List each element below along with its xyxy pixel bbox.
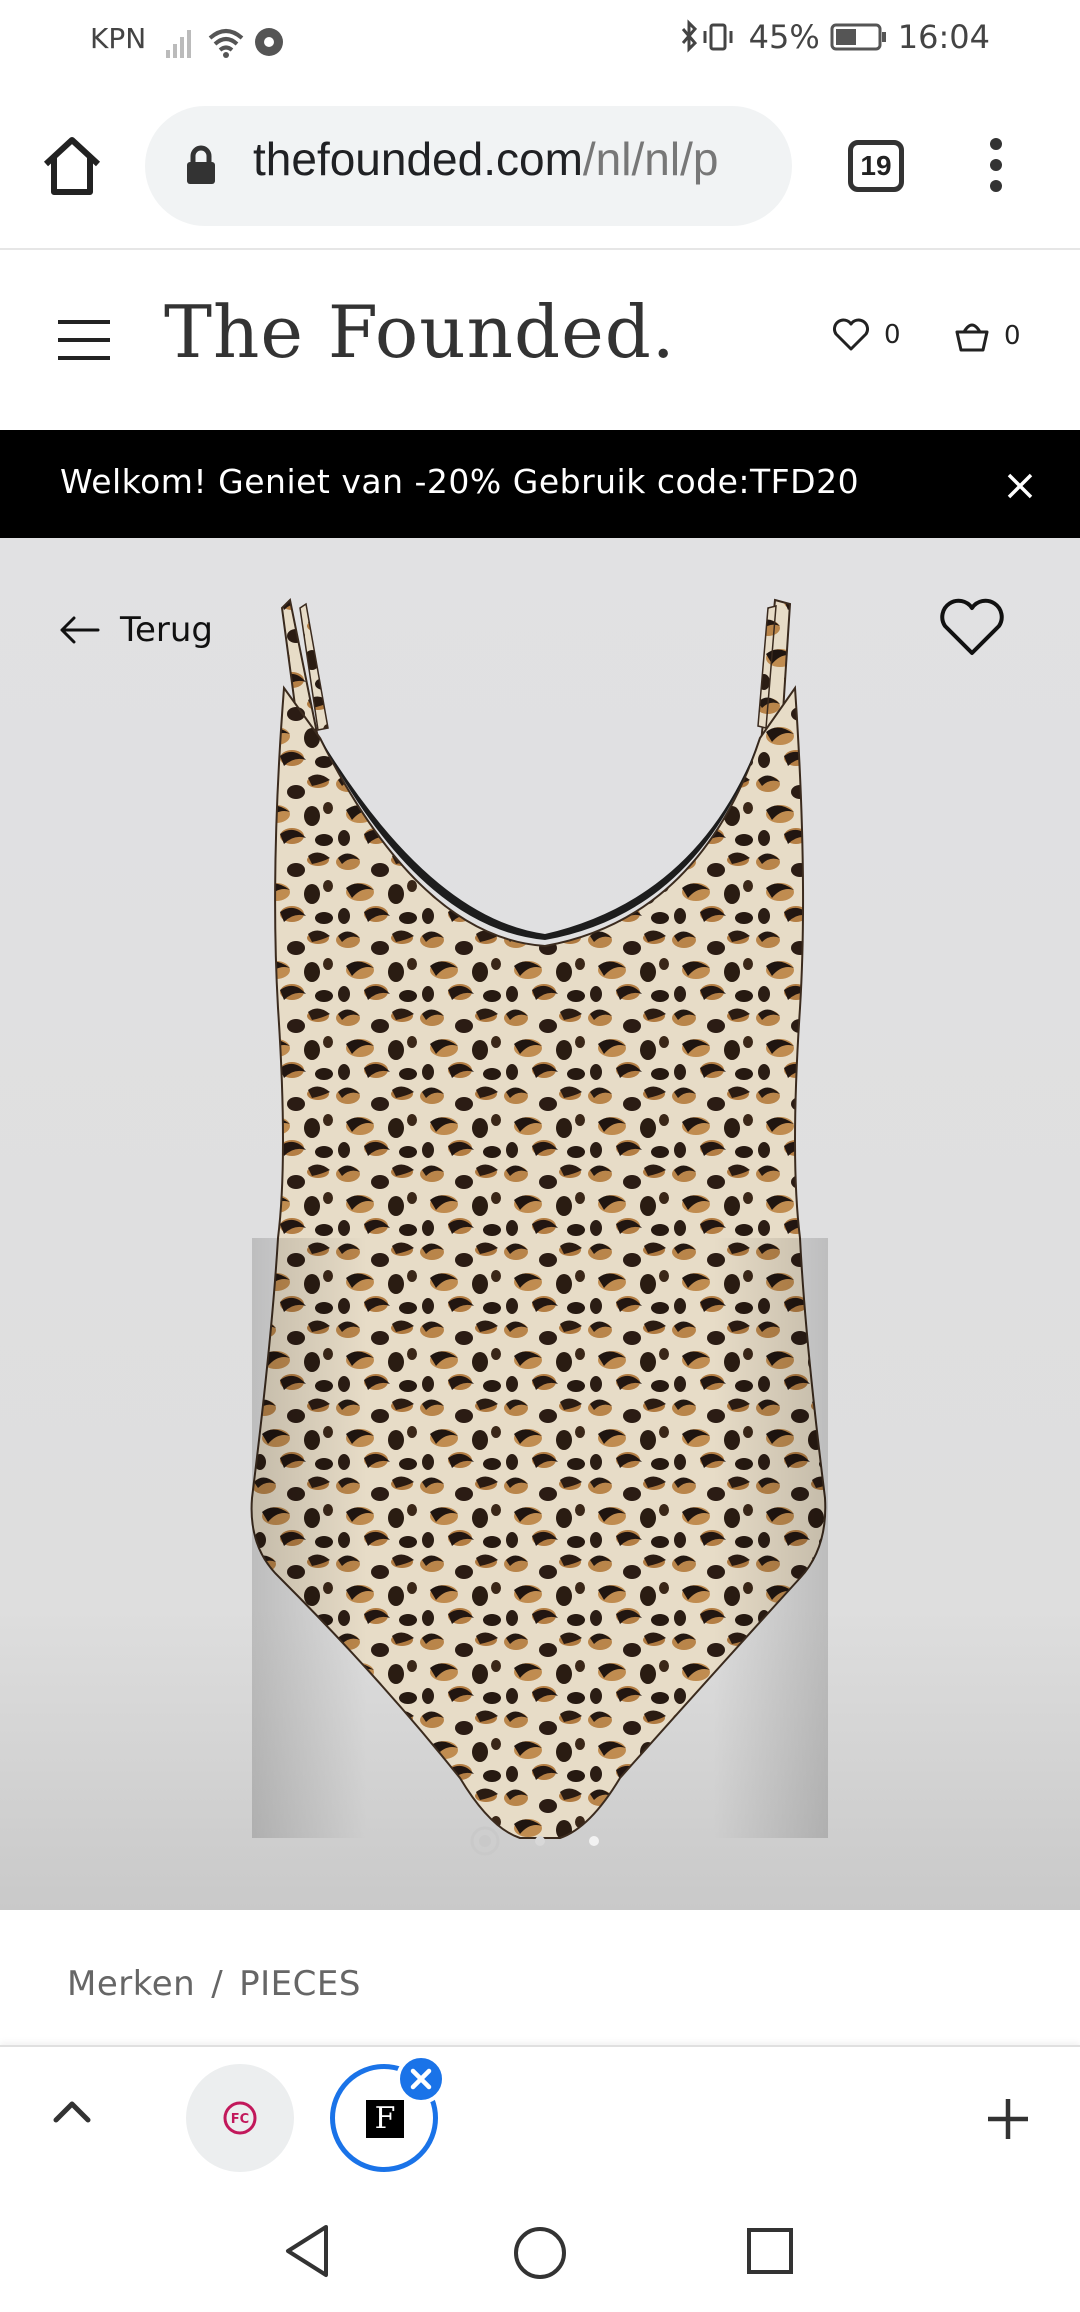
status-bar: KPN 45% 16:04 (0, 0, 1080, 82)
tab-switcher-button[interactable]: 19 (848, 140, 904, 192)
url-host: thefounded.com (253, 133, 583, 185)
cart-button[interactable]: 0 (954, 318, 1021, 354)
fc-favicon-icon: FC (223, 2101, 257, 2135)
home-icon[interactable] (36, 130, 108, 202)
product-image-gallery[interactable]: Terug (0, 538, 1080, 1910)
thefounded-favicon: F (366, 2100, 404, 2138)
pagination-dot (535, 1836, 545, 1846)
clock: 16:04 (897, 18, 990, 56)
back-triangle-icon[interactable] (282, 2223, 332, 2279)
site-logo[interactable]: The Founded. (164, 290, 676, 374)
back-link[interactable]: Terug (58, 610, 213, 650)
address-bar[interactable]: thefounded.com/nl/nl/p (145, 106, 792, 226)
battery-icon (830, 23, 886, 51)
arrow-left-icon (60, 616, 100, 644)
product-photo-leopard-bodysuit (250, 597, 828, 1839)
new-tab-plus-icon[interactable] (984, 2095, 1032, 2143)
promo-text: Welkom! Geniet van -20% Gebruik code:TFD… (60, 462, 860, 501)
breadcrumb-separator: / (211, 1964, 224, 2004)
promo-banner: Welkom! Geniet van -20% Gebruik code:TFD… (0, 430, 1080, 538)
carrier-label: KPN (90, 22, 147, 55)
close-icon[interactable] (1006, 472, 1034, 500)
site-header: The Founded. 0 0 (0, 250, 1080, 430)
pagination-dot (589, 1836, 599, 1846)
heart-icon (833, 318, 869, 351)
signal-wifi-icons (166, 28, 283, 58)
battery-percent: 45% (748, 18, 820, 56)
wishlist-button[interactable]: 0 (832, 318, 901, 352)
add-to-wishlist-heart-icon[interactable] (938, 598, 1006, 658)
lock-icon (187, 145, 215, 184)
basket-icon (955, 323, 989, 352)
status-right: 45% 16:04 (679, 18, 990, 56)
gallery-pagination-dots[interactable] (0, 1826, 1080, 1856)
breadcrumb: Merken / PIECES (67, 1964, 361, 2004)
system-navigation-bar (0, 2191, 1080, 2312)
chevron-up-icon[interactable] (50, 2092, 94, 2132)
url-text[interactable]: thefounded.com/nl/nl/p (253, 132, 718, 186)
back-label: Terug (120, 610, 214, 650)
svg-text:FC: FC (231, 2112, 249, 2127)
bluetooth-vibrate-icons (681, 19, 733, 53)
close-icon (410, 2068, 432, 2090)
breadcrumb-current[interactable]: PIECES (239, 1964, 361, 2004)
overflow-menu-icon[interactable] (976, 138, 1016, 198)
browser-toolbar: thefounded.com/nl/nl/p 19 (0, 82, 1080, 250)
tab-item-fc[interactable]: FC (186, 2064, 294, 2172)
hamburger-menu-icon[interactable] (58, 320, 110, 360)
url-path: /nl/nl/p (582, 133, 719, 185)
tab-strip: FC F (0, 2045, 1080, 2191)
cart-count: 0 (1004, 321, 1021, 351)
home-circle-icon[interactable] (512, 2225, 568, 2281)
breadcrumb-root[interactable]: Merken (67, 1964, 195, 2004)
recents-square-icon[interactable] (746, 2227, 794, 2275)
wishlist-count: 0 (884, 320, 901, 350)
close-tab-button[interactable] (396, 2054, 446, 2104)
